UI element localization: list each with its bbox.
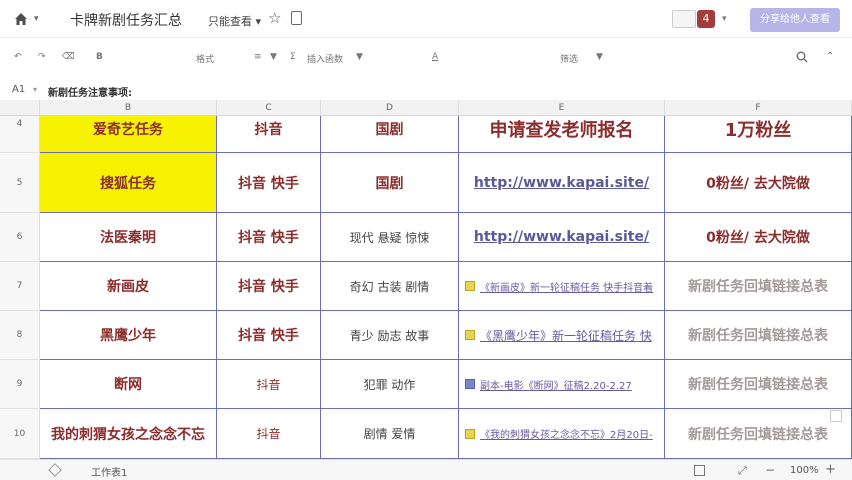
sheet-tab[interactable]: 工作表1 — [91, 464, 127, 479]
cell-b10[interactable]: 我的刺猬女孩之念念不忘 — [40, 409, 217, 459]
row-header-8[interactable]: 8 — [0, 311, 40, 360]
cell-c4[interactable]: 抖音 — [217, 116, 321, 153]
row-header-6[interactable]: 6 — [0, 213, 40, 262]
row-header-5[interactable]: 5 — [0, 153, 40, 213]
cell-f8[interactable]: 新剧任务回填链接总表 — [665, 311, 852, 360]
zoom-out-button[interactable]: − — [765, 463, 775, 477]
formula-content[interactable]: 新剧任务注意事项: — [48, 84, 132, 99]
row-header-9[interactable]: 9 — [0, 360, 40, 409]
cell-c9[interactable]: 抖音 — [217, 360, 321, 409]
cell-e7-doc-link[interactable]: 《新画皮》新一轮征稿任务 快手抖音着 — [459, 262, 665, 311]
clear-format-icon[interactable]: ⌫ — [62, 52, 75, 62]
filter-chevron-down-icon[interactable]: ▼ — [596, 52, 603, 62]
cell-b6[interactable]: 法医秦明 — [40, 213, 217, 262]
collapse-toolbar-icon[interactable]: ⌃ — [826, 51, 834, 62]
cell-reference[interactable]: A1 — [12, 84, 25, 95]
share-button[interactable]: 分享给他人查看 — [750, 8, 840, 32]
sum-icon[interactable]: Σ — [290, 52, 296, 62]
column-header-d[interactable]: D — [321, 100, 459, 116]
cell-b5[interactable]: 搜狐任务 — [40, 153, 217, 213]
document-icon — [465, 330, 475, 340]
cell-e4[interactable]: 申请查发老师报名 — [459, 116, 665, 153]
cell-c7[interactable]: 抖音 快手 — [217, 262, 321, 311]
star-icon[interactable]: ☆ — [268, 9, 281, 27]
column-header-e[interactable]: E — [459, 100, 665, 116]
cell-b4[interactable]: 爱奇艺任务 — [40, 116, 217, 153]
cell-f7[interactable]: 新剧任务回填链接总表 — [665, 262, 852, 311]
cell-c8[interactable]: 抖音 快手 — [217, 311, 321, 360]
cell-d8[interactable]: 青少 励志 故事 — [321, 311, 459, 360]
cell-d9[interactable]: 犯罪 动作 — [321, 360, 459, 409]
cell-e5-link[interactable]: http://www.kapai.site/ — [459, 153, 665, 213]
sheet-bar: 工作表1 ⤢ − 100% + — [0, 459, 852, 480]
toolbar: ↶ ↷ ⌫ B 格式 ≡ ▼ Σ 插入函数 ▼ A 筛选 ▼ ⌃ — [0, 40, 852, 76]
cell-c6[interactable]: 抖音 快手 — [217, 213, 321, 262]
cell-c10[interactable]: 抖音 — [217, 409, 321, 459]
zoom-in-button[interactable]: + — [825, 462, 836, 477]
function-chevron-down-icon[interactable]: ▼ — [356, 52, 363, 62]
home-menu-chevron-icon[interactable]: ▾ — [34, 14, 39, 24]
avatar[interactable] — [672, 10, 696, 28]
cell-e10-doc-link[interactable]: 《我的刺猬女孩之念念不忘》2月20日- — [459, 409, 665, 459]
filter-button[interactable]: 筛选 — [560, 52, 578, 65]
document-info-icon[interactable] — [291, 11, 302, 25]
cell-d7[interactable]: 奇幻 古装 剧情 — [321, 262, 459, 311]
cell-d10[interactable]: 剧情 爱情 — [321, 409, 459, 459]
row-header-7[interactable]: 7 — [0, 262, 40, 311]
scrollbar-handle[interactable] — [830, 410, 842, 422]
fit-screen-icon[interactable]: ⤢ — [738, 464, 747, 478]
cell-e8-doc-link[interactable]: 《黑鹰少年》新一轮征稿任务 快 — [459, 311, 665, 360]
layers-icon[interactable] — [48, 463, 62, 477]
cell-d5[interactable]: 国剧 — [321, 153, 459, 213]
cell-f5[interactable]: 0粉丝/ 去大院做 — [665, 153, 852, 213]
cell-b9[interactable]: 断网 — [40, 360, 217, 409]
cell-f4[interactable]: 1万粉丝 — [665, 116, 852, 153]
format-painter-button[interactable]: 格式 — [196, 52, 214, 65]
insert-function-button[interactable]: 插入函数 — [307, 52, 343, 65]
bold-button[interactable]: B — [96, 52, 103, 62]
column-header-f[interactable]: F — [665, 100, 852, 116]
row-header-4[interactable]: 4 — [0, 116, 40, 153]
home-icon[interactable] — [13, 11, 29, 27]
cell-d4[interactable]: 国剧 — [321, 116, 459, 153]
redo-icon[interactable]: ↷ — [38, 52, 46, 62]
column-header-c[interactable]: C — [217, 100, 321, 116]
row-header-10[interactable]: 10 — [0, 409, 40, 459]
document-icon — [465, 281, 475, 291]
cell-e6-link[interactable]: http://www.kapai.site/ — [459, 213, 665, 262]
collaborators-chevron-down-icon[interactable]: ▾ — [722, 14, 727, 24]
document-icon — [465, 428, 475, 439]
permission-dropdown[interactable]: 只能查看 ▾ — [208, 13, 261, 29]
document-title: 卡牌新剧任务汇总 — [70, 13, 182, 29]
zoom-level[interactable]: 100% — [790, 465, 819, 476]
cell-reference-chevron-icon[interactable]: ▾ — [33, 85, 37, 94]
spreadsheet-grid: 爱奇艺任务 抖音 国剧 申请查发老师报名 1万粉丝 搜狐任务 抖音 快手 国剧 … — [40, 116, 852, 459]
cell-c5[interactable]: 抖音 快手 — [217, 153, 321, 213]
cell-b8[interactable]: 黑鹰少年 — [40, 311, 217, 360]
cell-e9-doc-link[interactable]: 副本-电影《断网》征稿2.20-2.27 — [459, 360, 665, 409]
cell-f6[interactable]: 0粉丝/ 去大院做 — [665, 213, 852, 262]
cell-b7[interactable]: 新画皮 — [40, 262, 217, 311]
undo-icon[interactable]: ↶ — [14, 52, 22, 62]
cell-f10[interactable]: 新剧任务回填链接总表 — [665, 409, 852, 459]
cell-f9[interactable]: 新剧任务回填链接总表 — [665, 360, 852, 409]
cell-d6[interactable]: 现代 悬疑 惊悚 — [321, 213, 459, 262]
document-icon — [465, 379, 475, 389]
align-icon[interactable]: ≡ — [254, 52, 262, 62]
font-color-icon[interactable]: A — [432, 52, 438, 62]
align-chevron-down-icon[interactable]: ▼ — [270, 52, 277, 62]
search-icon[interactable] — [796, 51, 808, 63]
select-all-corner[interactable] — [0, 100, 40, 116]
collaborator-count-badge[interactable]: 4 — [697, 10, 715, 28]
column-header-b[interactable]: B — [40, 100, 217, 116]
title-bar: ▾ 卡牌新剧任务汇总 只能查看 ▾ ☆ 4 ▾ 分享给他人查看 — [0, 0, 852, 38]
grid-view-icon[interactable] — [694, 465, 705, 476]
